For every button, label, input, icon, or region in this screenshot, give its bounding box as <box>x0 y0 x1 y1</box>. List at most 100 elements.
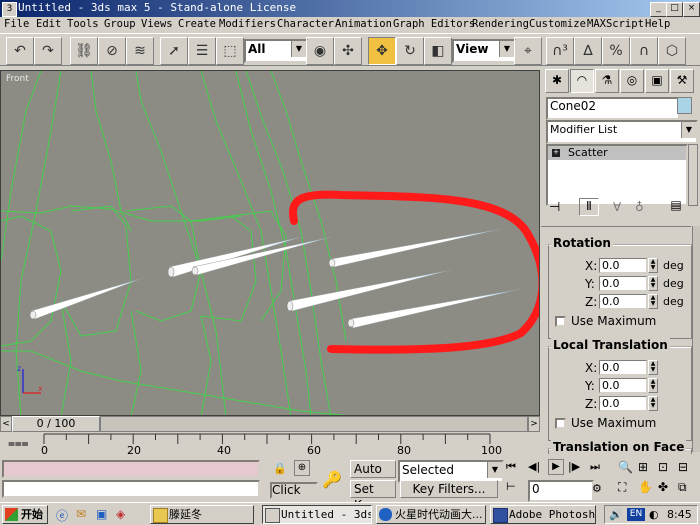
zoom-all-icon[interactable]: ⊞ <box>638 460 648 474</box>
spinner-arrows-icon[interactable]: ▲ ▼ <box>648 294 658 309</box>
redo-icon[interactable]: ↷ <box>34 37 62 65</box>
track-bar[interactable]: ⩶ 0 20 40 60 80 100 <box>0 432 540 457</box>
expand-icon[interactable]: + <box>552 149 560 157</box>
ie-quicklaunch-icon[interactable]: ⓔ <box>56 507 68 524</box>
previous-frame-icon[interactable]: ◀| <box>528 460 540 473</box>
arc-rotate-icon[interactable]: ✤ <box>658 480 668 494</box>
rotation-x-input[interactable]: 0.0 <box>599 258 647 273</box>
named-selection-icon[interactable]: ⬡ <box>658 37 686 65</box>
front-viewport[interactable]: z x Front <box>0 70 540 416</box>
object-color-swatch[interactable] <box>677 97 692 114</box>
maxscript-listener-pink[interactable] <box>2 460 260 478</box>
configure-modifier-sets-icon[interactable]: ▤ <box>667 198 685 216</box>
zoom-icon[interactable]: 🔍 <box>618 460 633 474</box>
reference-coordinate-dropdown[interactable]: View ▼ <box>452 39 516 63</box>
utilities-tab-icon[interactable]: ⚒ <box>670 69 694 93</box>
time-prev-icon[interactable]: < <box>0 416 12 432</box>
menu-customize[interactable]: Customize <box>529 18 586 30</box>
translation-z-input[interactable]: 0.0 <box>599 396 647 411</box>
hierarchy-tab-icon[interactable]: ⚗ <box>595 69 619 93</box>
spinner-snap-icon[interactable]: ∩ <box>630 37 658 65</box>
spinner-arrows-icon[interactable]: ▲ ▼ <box>648 360 658 375</box>
menu-group[interactable]: Group <box>104 18 136 30</box>
select-object-icon[interactable]: ➚ <box>160 37 188 65</box>
translation-y-input[interactable]: 0.0 <box>599 378 647 393</box>
select-and-move-icon[interactable]: ✥ <box>368 37 396 65</box>
stack-item-scatter[interactable]: + Scatter <box>548 146 686 160</box>
select-by-name-icon[interactable]: ☰ <box>188 37 216 65</box>
select-and-scale-icon[interactable]: ◧ <box>424 37 452 65</box>
display-tab-icon[interactable]: ▣ <box>645 69 669 93</box>
menu-animation[interactable]: Animation <box>335 18 392 30</box>
taskbar-item-photoshop[interactable]: Adobe Photoshop <box>490 505 596 524</box>
snap-toggle-icon[interactable]: ∩³ <box>546 37 574 65</box>
menu-maxscript[interactable]: MAXScript <box>587 18 644 30</box>
local-translation-title[interactable]: Local Translation <box>551 338 670 352</box>
translation-x-input[interactable]: 0.0 <box>599 360 647 375</box>
translation-on-face-title[interactable]: Translation on Face <box>551 440 687 454</box>
window-crossing-icon[interactable]: ◉ <box>306 37 334 65</box>
key-filters-button[interactable]: Key Filters... <box>400 480 498 498</box>
time-slider-thumb[interactable]: 0 / 100 <box>12 416 100 432</box>
spinner-arrows-icon[interactable]: ▲ ▼ <box>648 396 658 411</box>
desktop-quicklaunch-icon[interactable]: ▣ <box>96 507 107 521</box>
show-end-result-icon[interactable]: Ⅱ <box>579 198 599 216</box>
maximize-button[interactable]: □ <box>666 2 683 17</box>
zoom-extents-all-icon[interactable]: ⊟ <box>678 460 688 474</box>
stack-scrollbar[interactable] <box>688 144 698 206</box>
key-icon[interactable]: 🔑 <box>322 470 342 489</box>
modify-tab-icon[interactable]: ◠ <box>570 69 594 93</box>
lock-selection-icon[interactable]: 🔒 <box>272 462 288 478</box>
menu-modifiers[interactable]: Modifiers <box>219 18 276 30</box>
bind-space-warp-icon[interactable]: ≋ <box>126 37 154 65</box>
unlink-icon[interactable]: ⊘ <box>98 37 126 65</box>
menu-views[interactable]: Views <box>141 18 173 30</box>
menu-character[interactable]: Character <box>277 18 334 30</box>
media-quicklaunch-icon[interactable]: ◈ <box>116 507 125 521</box>
time-next-icon[interactable]: > <box>528 416 540 432</box>
next-frame-icon[interactable]: |▶ <box>568 460 580 473</box>
translation-use-maximum-checkbox[interactable] <box>555 418 566 429</box>
menu-rendering[interactable]: Rendering <box>472 18 529 30</box>
time-slider-track[interactable] <box>100 416 528 432</box>
rotation-y-input[interactable]: 0.0 <box>599 276 647 291</box>
create-tab-icon[interactable]: ✱ <box>545 69 569 93</box>
volume-icon[interactable]: 🔊 <box>609 508 623 521</box>
modifier-list-dropdown[interactable]: Modifier List ▼ <box>546 120 698 144</box>
set-key-button[interactable]: Set Key <box>350 480 396 512</box>
taskbar-item-browser[interactable]: 火星时代动画大... <box>376 505 486 524</box>
maximize-viewport-icon[interactable]: ⧉ <box>678 480 687 495</box>
spinner-arrows-icon[interactable]: ▲ ▼ <box>648 258 658 273</box>
make-unique-icon[interactable]: ∀ <box>613 200 621 214</box>
remove-modifier-icon[interactable]: ♁ <box>635 200 644 214</box>
taskbar-item-folder[interactable]: 滕延冬 <box>150 505 254 524</box>
menu-create[interactable]: Create <box>178 18 216 30</box>
auto-key-button[interactable]: Auto Key <box>350 460 396 478</box>
undo-icon[interactable]: ↶ <box>6 37 34 65</box>
panel-scrollbar[interactable] <box>692 226 700 452</box>
select-and-rotate-icon[interactable]: ↻ <box>396 37 424 65</box>
play-icon[interactable]: ▶ <box>548 459 564 475</box>
go-to-end-icon[interactable]: ⏭ <box>590 460 600 474</box>
rotation-title[interactable]: Rotation <box>551 236 613 250</box>
select-and-manipulate-icon[interactable]: ✣ <box>334 37 362 65</box>
zoom-extents-icon[interactable]: ⊡ <box>658 460 668 474</box>
object-name-field[interactable]: Cone02 <box>546 97 680 120</box>
menu-tools[interactable]: Tools <box>67 18 99 30</box>
rotation-z-input[interactable]: 0.0 <box>599 294 647 309</box>
selection-filter-dropdown[interactable]: All ▼ <box>244 39 308 63</box>
menu-edit[interactable]: Edit <box>36 18 61 30</box>
start-button[interactable]: 开始 <box>2 505 48 524</box>
spinner-arrows-icon[interactable]: ▲ ▼ <box>648 276 658 291</box>
current-frame-field[interactable]: 0 <box>528 480 594 502</box>
motion-tab-icon[interactable]: ◎ <box>620 69 644 93</box>
menu-graph-editors[interactable]: Graph Editors <box>393 18 475 30</box>
menu-help[interactable]: Help <box>645 18 670 30</box>
go-to-start-icon[interactable]: ⏮ <box>506 460 516 474</box>
language-indicator[interactable]: EN <box>627 508 645 521</box>
key-mode-toggle-icon[interactable]: ⊢ <box>506 480 516 493</box>
close-button[interactable]: × <box>683 2 700 17</box>
region-select-icon[interactable]: ⬚ <box>216 37 244 65</box>
maxscript-listener-white[interactable] <box>2 480 260 498</box>
time-configuration-icon[interactable]: ⚙ <box>592 482 602 495</box>
